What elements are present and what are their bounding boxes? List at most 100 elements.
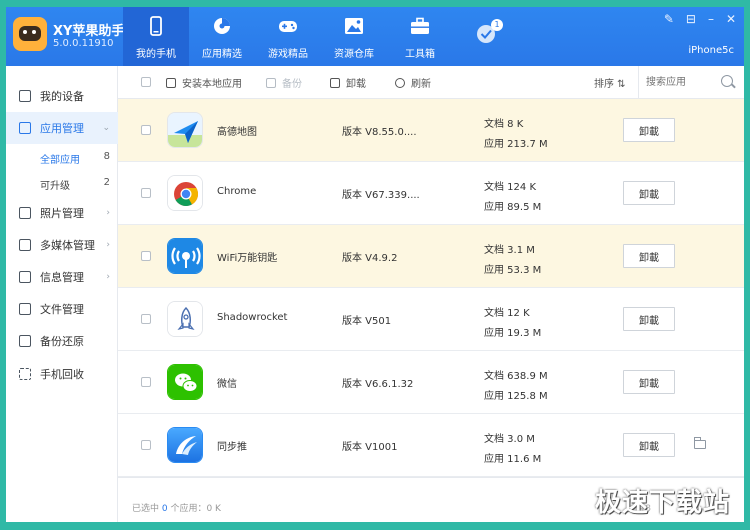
- row-checkbox[interactable]: [141, 314, 151, 324]
- main-nav: 我的手机 应用精选 游戏精品 资源仓库 工具箱 1: [123, 7, 519, 66]
- select-all-checkbox[interactable]: [141, 77, 151, 87]
- app-version: 版本 V4.9.2: [342, 253, 398, 264]
- app-name: 同步推: [217, 442, 247, 453]
- gamepad-icon: [279, 21, 297, 32]
- app-window: XY苹果助手 5.0.0.11910 我的手机 应用精选 游戏精品 资源仓库 工…: [6, 7, 744, 522]
- sidebar-item-label: 手机回收: [40, 368, 84, 381]
- nav-resources[interactable]: 资源仓库: [321, 7, 387, 66]
- app-name: Chrome: [217, 186, 257, 197]
- sidebar-sub-all-apps[interactable]: 全部应用 8: [6, 144, 118, 170]
- chevron-right-icon: ›: [106, 272, 110, 282]
- search-icon[interactable]: [721, 75, 733, 87]
- sidebar-item-label: 信息管理: [40, 271, 84, 284]
- sidebar-item-label: 多媒体管理: [40, 239, 95, 252]
- sidebar-item-app-management[interactable]: 应用管理 ⌄: [6, 112, 118, 144]
- app-size: 应用 53.3 M: [484, 265, 542, 276]
- sidebar-sub-count: 2: [103, 177, 110, 188]
- device-selector[interactable]: iPhone5c: [688, 45, 734, 56]
- uninstall-app-button[interactable]: 卸載: [623, 370, 675, 394]
- header: XY苹果助手 5.0.0.11910 我的手机 应用精选 游戏精品 资源仓库 工…: [6, 7, 744, 66]
- app-name: 微信: [217, 379, 237, 390]
- phone-icon: [150, 16, 162, 36]
- uninstall-app-button[interactable]: 卸載: [623, 244, 675, 268]
- app-list: 高德地图 版本 V8.55.0.... 文档 8 K 应用 213.7 M 卸載…: [118, 99, 744, 477]
- app-size: 应用 213.7 M: [484, 139, 548, 150]
- sort-button[interactable]: 排序 ⇅: [594, 75, 626, 90]
- row-checkbox[interactable]: [141, 188, 151, 198]
- chevron-down-icon: ⌄: [102, 123, 110, 133]
- backup-icon: [19, 335, 31, 347]
- refresh-button[interactable]: 刷新: [395, 75, 431, 90]
- table-row[interactable]: 同步推 版本 V1001 文档 3.0 M 应用 11.6 M 卸載: [118, 414, 744, 477]
- nav-my-phone[interactable]: 我的手机: [123, 7, 189, 66]
- selection-prefix: 已选中: [132, 504, 162, 514]
- recycle-icon: [19, 368, 31, 380]
- app-size: 应用 89.5 M: [484, 202, 542, 213]
- amap-icon: [167, 112, 203, 148]
- close-icon[interactable]: ✕: [726, 12, 736, 26]
- watermark: 极速下载站: [594, 488, 730, 518]
- window-controls: ✎ ⊟ – ✕: [664, 12, 736, 26]
- sidebar-item-media[interactable]: 多媒体管理 ›: [6, 229, 118, 261]
- nav-games[interactable]: 游戏精品: [255, 7, 321, 66]
- sidebar-item-recycle[interactable]: 手机回收: [6, 358, 118, 390]
- table-row[interactable]: WiFi万能钥匙 版本 V4.9.2 文档 3.1 M 应用 53.3 M 卸載: [118, 225, 744, 288]
- skin-icon[interactable]: ✎: [664, 12, 674, 26]
- sidebar-item-label: 文件管理: [40, 303, 84, 316]
- app-size: 应用 11.6 M: [484, 454, 542, 465]
- nav-toolbox[interactable]: 工具箱: [387, 7, 453, 66]
- sidebar-item-label: 应用管理: [40, 122, 84, 135]
- chrome-icon: [167, 175, 203, 211]
- row-checkbox[interactable]: [141, 440, 151, 450]
- nav-label: 我的手机: [136, 49, 176, 60]
- row-checkbox[interactable]: [141, 377, 151, 387]
- install-local-app-button[interactable]: 安装本地应用: [166, 75, 242, 90]
- uninstall-app-button[interactable]: 卸載: [623, 433, 675, 457]
- app-version: 版本 V1001: [342, 442, 398, 453]
- image-icon: [345, 18, 363, 34]
- search-input[interactable]: [646, 74, 716, 91]
- minimize-icon[interactable]: –: [708, 12, 714, 26]
- app-doc-size: 文档 124 K: [484, 182, 537, 193]
- sidebar-item-my-device[interactable]: 我的设备: [6, 80, 118, 112]
- table-row[interactable]: Chrome 版本 V67.339.... 文档 124 K 应用 89.5 M…: [118, 162, 744, 225]
- selection-summary: 已选中 0 个应用：0 K: [132, 501, 221, 514]
- app-version: 5.0.0.11910: [53, 38, 114, 49]
- app-name: Shadowrocket: [217, 312, 288, 323]
- table-row[interactable]: 高德地图 版本 V8.55.0.... 文档 8 K 应用 213.7 M 卸載: [118, 99, 744, 162]
- uninstall-app-button[interactable]: 卸載: [623, 307, 675, 331]
- toolbox-icon: [411, 17, 429, 34]
- uninstall-button[interactable]: 卸载: [330, 75, 366, 90]
- monitor-icon: [19, 239, 31, 251]
- table-row[interactable]: 微信 版本 V6.6.1.32 文档 638.9 M 应用 125.8 M 卸載: [118, 351, 744, 414]
- menu-icon[interactable]: ⊟: [686, 12, 696, 26]
- app-name: XY苹果助手: [53, 24, 125, 39]
- nav-label: 资源仓库: [334, 49, 374, 60]
- nav-tasks[interactable]: 1: [453, 7, 519, 66]
- toolbar: 安装本地应用 备份 卸载 刷新 排序 ⇅: [118, 66, 744, 99]
- app-name: 高德地图: [217, 127, 257, 138]
- sidebar-item-backup[interactable]: 备份还原: [6, 325, 118, 357]
- sidebar-item-messages[interactable]: 信息管理 ›: [6, 261, 118, 293]
- app-doc-size: 文档 8 K: [484, 119, 524, 130]
- sidebar-item-label: 我的设备: [40, 90, 84, 103]
- backup-button[interactable]: 备份: [266, 75, 302, 90]
- sidebar-item-files[interactable]: 文件管理: [6, 293, 118, 325]
- app-doc-size: 文档 3.1 M: [484, 245, 535, 256]
- selection-size: 个应用：0 K: [167, 504, 221, 514]
- folder-icon[interactable]: [694, 437, 706, 449]
- table-row[interactable]: Shadowrocket 版本 V501 文档 12 K 应用 19.3 M 卸…: [118, 288, 744, 351]
- toolbar-divider: [638, 66, 639, 99]
- sidebar: 我的设备 应用管理 ⌄ 全部应用 8 可升级 2 照片管理 › 多媒体管理 › …: [6, 66, 118, 522]
- uninstall-app-button[interactable]: 卸載: [623, 181, 675, 205]
- row-checkbox[interactable]: [141, 251, 151, 261]
- uninstall-app-button[interactable]: 卸載: [623, 118, 675, 142]
- sidebar-item-label: 备份还原: [40, 335, 84, 348]
- uninstall-label: 卸载: [346, 79, 366, 90]
- nav-featured-apps[interactable]: 应用精选: [189, 7, 255, 66]
- row-checkbox[interactable]: [141, 125, 151, 135]
- device-icon: [19, 90, 31, 102]
- sidebar-sub-upgradable[interactable]: 可升级 2: [6, 170, 118, 196]
- sidebar-item-photos[interactable]: 照片管理 ›: [6, 197, 118, 229]
- grid-icon: [19, 122, 31, 134]
